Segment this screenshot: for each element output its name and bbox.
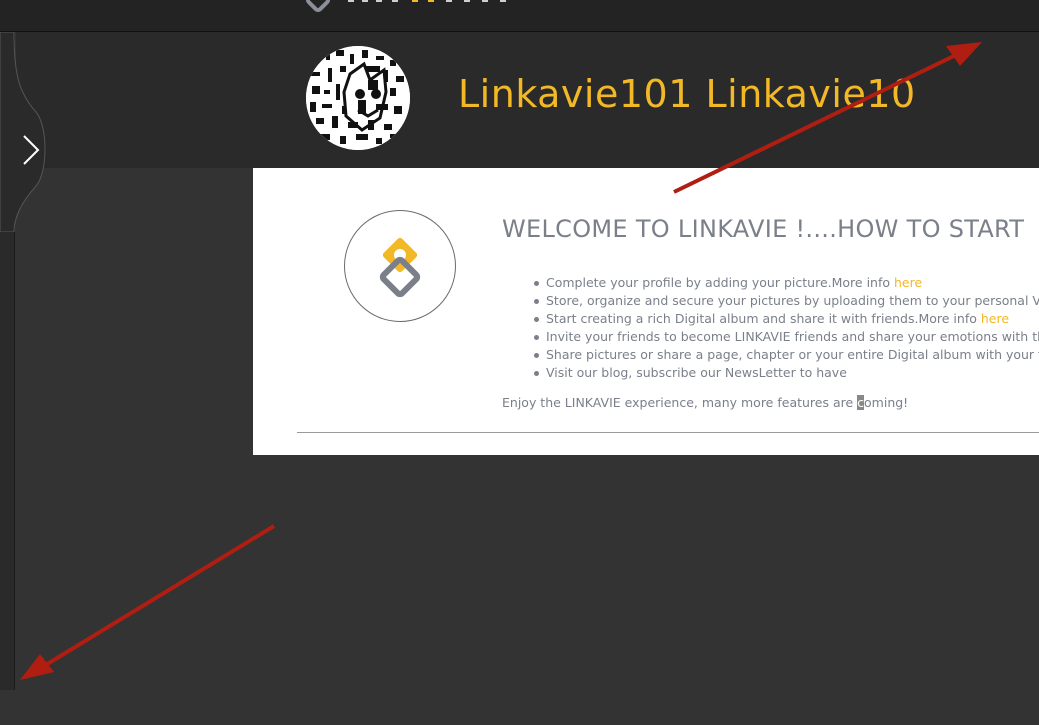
outro-text-end: oming! <box>864 395 909 410</box>
list-item: Start creating a rich Digital album and … <box>533 310 1039 328</box>
list-item: Store, organize and secure your pictures… <box>533 292 1039 310</box>
outro-text: Enjoy the LINKAVIE experience, many more… <box>502 395 908 410</box>
step-text: Start creating a rich Digital album and … <box>546 311 981 326</box>
step-text: Store, organize and secure your pictures… <box>546 293 1039 308</box>
profile-name[interactable]: Linkavie101 Linkavie10 <box>458 72 916 116</box>
cat-avatar-image <box>306 46 410 150</box>
list-item: Share pictures or share a page, chapter … <box>533 346 1039 364</box>
getting-started-list: Complete your profile by adding your pic… <box>533 274 1039 382</box>
list-item: Complete your profile by adding your pic… <box>533 274 1039 292</box>
step-text: Complete your profile by adding your pic… <box>546 275 894 290</box>
welcome-card: WELCOME TO LINKAVIE !....HOW TO START Co… <box>253 168 1039 455</box>
sidebar-toggle-button[interactable] <box>0 32 50 232</box>
linkavie-emblem-icon <box>344 210 456 322</box>
list-item: Visit our blog, subscribe our NewsLetter… <box>533 364 1039 382</box>
avatar[interactable] <box>306 46 410 150</box>
more-info-link[interactable]: here <box>894 275 922 290</box>
annotation-arrow-bottom-left <box>20 524 276 680</box>
step-text: Invite your friends to become LINKAVIE f… <box>546 329 1039 344</box>
outro-text-start: Enjoy the LINKAVIE experience, many more… <box>502 395 858 410</box>
step-text: Visit our blog, subscribe our NewsLetter… <box>546 365 847 380</box>
list-item: Invite your friends to become LINKAVIE f… <box>533 328 1039 346</box>
welcome-title: WELCOME TO LINKAVIE !....HOW TO START <box>502 215 1025 243</box>
linkavie-logo-icon[interactable] <box>300 0 530 16</box>
more-info-link[interactable]: here <box>981 311 1009 326</box>
text-cursor-selection: c <box>857 395 865 410</box>
top-navigation-bar <box>0 0 1039 32</box>
divider <box>297 432 1039 433</box>
step-text: Share pictures or share a page, chapter … <box>546 347 1039 362</box>
